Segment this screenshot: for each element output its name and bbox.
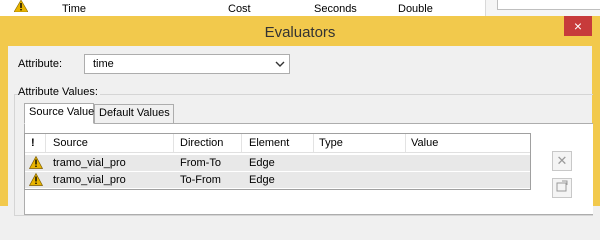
column-header-type[interactable]: Type: [319, 137, 343, 149]
cell-direction: From-To: [180, 157, 221, 169]
close-button[interactable]: ×: [564, 16, 592, 36]
cell-direction: To-From: [180, 174, 221, 186]
dialog-title: Evaluators: [264, 24, 336, 41]
source-values-grid: ! Source Direction Element Type Value tr…: [24, 133, 531, 190]
title-bar[interactable]: Evaluators ×: [0, 16, 600, 46]
background-panel: [497, 0, 600, 10]
column-header-direction[interactable]: Direction: [180, 137, 223, 149]
warning-icon: [28, 155, 44, 169]
table-row[interactable]: tramo_vial_pro From-To Edge: [25, 155, 530, 171]
properties-icon: [556, 180, 568, 195]
delete-button[interactable]: ✕: [552, 151, 572, 171]
tab-default-values[interactable]: Default Values: [94, 104, 174, 124]
properties-button[interactable]: [552, 178, 572, 198]
cell-element: Edge: [249, 157, 275, 169]
background-column-cost: Cost: [228, 3, 251, 15]
grid-header: ! Source Direction Element Type Value: [25, 134, 530, 153]
attribute-values-label: Attribute Values:: [18, 86, 100, 98]
column-header-value[interactable]: Value: [411, 137, 438, 149]
delete-icon: ✕: [556, 153, 568, 168]
column-header-status[interactable]: !: [31, 137, 35, 149]
background-column-time: Time: [62, 3, 87, 15]
column-header-element[interactable]: Element: [249, 137, 289, 149]
evaluators-dialog: Evaluators × Attribute: time Attribute V…: [0, 16, 600, 216]
warning-icon: [28, 172, 44, 186]
cell-element: Edge: [249, 174, 275, 186]
attribute-select[interactable]: time: [84, 54, 290, 74]
cell-source: tramo_vial_pro: [53, 174, 126, 186]
attribute-label: Attribute:: [18, 58, 63, 70]
attribute-value: time: [93, 58, 114, 70]
background-column-double: Double: [398, 3, 433, 15]
cell-source: tramo_vial_pro: [53, 157, 126, 169]
warning-icon: [13, 0, 29, 15]
chevron-down-icon: [275, 57, 285, 74]
table-row[interactable]: tramo_vial_pro To-From Edge: [25, 172, 530, 188]
background-column-seconds: Seconds: [314, 3, 357, 15]
column-header-source[interactable]: Source: [53, 137, 88, 149]
tab-source-values[interactable]: Source Values: [24, 103, 100, 124]
